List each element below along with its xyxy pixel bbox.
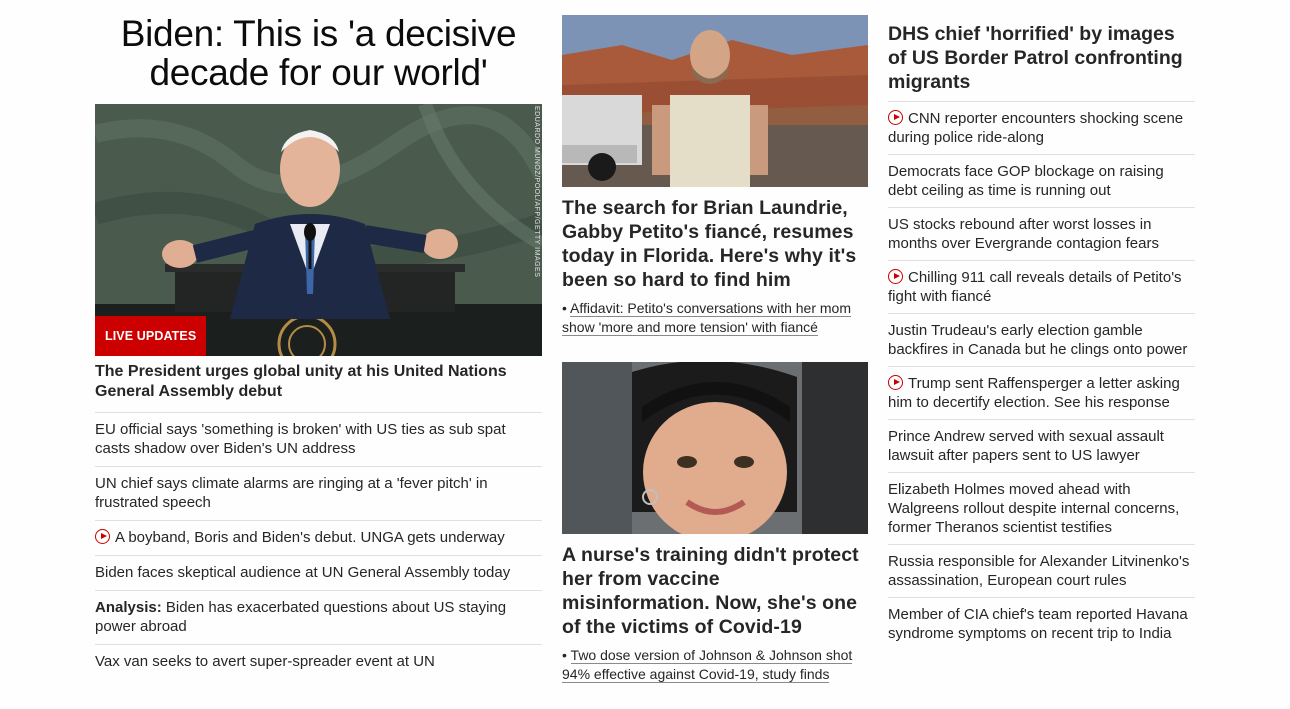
list-item[interactable]: Member of CIA chief's team reported Hava… bbox=[888, 598, 1195, 650]
related-link-johnson[interactable]: • Two dose version of Johnson & Johnson … bbox=[562, 646, 868, 684]
nurse-photo bbox=[562, 362, 868, 534]
lead-story-column: Biden: This is 'a decisive decade for ou… bbox=[95, 0, 542, 679]
list-item[interactable]: A boyband, Boris and Biden's debut. UNGA… bbox=[95, 521, 542, 556]
lead-related-links: EU official says 'something is broken' w… bbox=[95, 413, 542, 679]
list-item[interactable]: CNN reporter encounters shocking scene d… bbox=[888, 102, 1195, 155]
play-video-icon bbox=[888, 375, 903, 390]
list-item[interactable]: US stocks rebound after worst losses in … bbox=[888, 208, 1195, 261]
list-item[interactable]: Russia responsible for Alexander Litvine… bbox=[888, 545, 1195, 598]
story-image-nurse[interactable] bbox=[562, 362, 868, 534]
middle-story-column: The search for Brian Laundrie, Gabby Pet… bbox=[562, 0, 868, 684]
right-links: CNN reporter encounters shocking scene d… bbox=[888, 102, 1195, 650]
play-video-icon bbox=[95, 529, 110, 544]
list-item[interactable]: Democrats face GOP blockage on raising d… bbox=[888, 155, 1195, 208]
right-story-column: DHS chief 'horrified' by images of US Bo… bbox=[888, 0, 1195, 650]
list-item[interactable]: Analysis: Biden has exacerbated question… bbox=[95, 591, 542, 645]
list-item[interactable]: UN chief says climate alarms are ringing… bbox=[95, 467, 542, 521]
live-updates-badge[interactable]: LIVE UPDATES bbox=[95, 316, 207, 356]
list-item[interactable]: Vax van seeks to avert super-spreader ev… bbox=[95, 645, 542, 679]
list-item[interactable]: Chilling 911 call reveals details of Pet… bbox=[888, 261, 1195, 314]
laundrie-photo bbox=[562, 15, 868, 187]
list-item[interactable]: EU official says 'something is broken' w… bbox=[95, 413, 542, 467]
right-headline[interactable]: DHS chief 'horrified' by images of US Bo… bbox=[888, 22, 1195, 102]
photo-credit: EDUARDO MUNOZ/POOL/AFP/GETTY IMAGES bbox=[533, 106, 540, 278]
play-video-icon bbox=[888, 269, 903, 284]
play-video-icon bbox=[888, 110, 903, 125]
story-headline-nurse[interactable]: A nurse's training didn't protect her fr… bbox=[562, 543, 868, 639]
lead-sub-headline[interactable]: The President urges global unity at his … bbox=[95, 362, 542, 413]
story-headline-laundrie[interactable]: The search for Brian Laundrie, Gabby Pet… bbox=[562, 196, 868, 292]
list-item[interactable]: Biden faces skeptical audience at UN Gen… bbox=[95, 556, 542, 591]
lead-headline[interactable]: Biden: This is 'a decisive decade for ou… bbox=[95, 14, 542, 92]
list-item[interactable]: Trump sent Raffensperger a letter asking… bbox=[888, 367, 1195, 420]
related-link-affidavit[interactable]: • Affidavit: Petito's conversations with… bbox=[562, 299, 868, 337]
hero-image-biden-at-un[interactable]: EDUARDO MUNOZ/POOL/AFP/GETTY IMAGES LIVE… bbox=[95, 104, 542, 356]
analysis-label: Analysis: bbox=[95, 599, 162, 616]
list-item[interactable]: Elizabeth Holmes moved ahead with Walgre… bbox=[888, 473, 1195, 545]
list-item[interactable]: Justin Trudeau's early election gamble b… bbox=[888, 314, 1195, 367]
story-image-laundrie[interactable] bbox=[562, 15, 868, 187]
list-item[interactable]: Prince Andrew served with sexual assault… bbox=[888, 420, 1195, 473]
